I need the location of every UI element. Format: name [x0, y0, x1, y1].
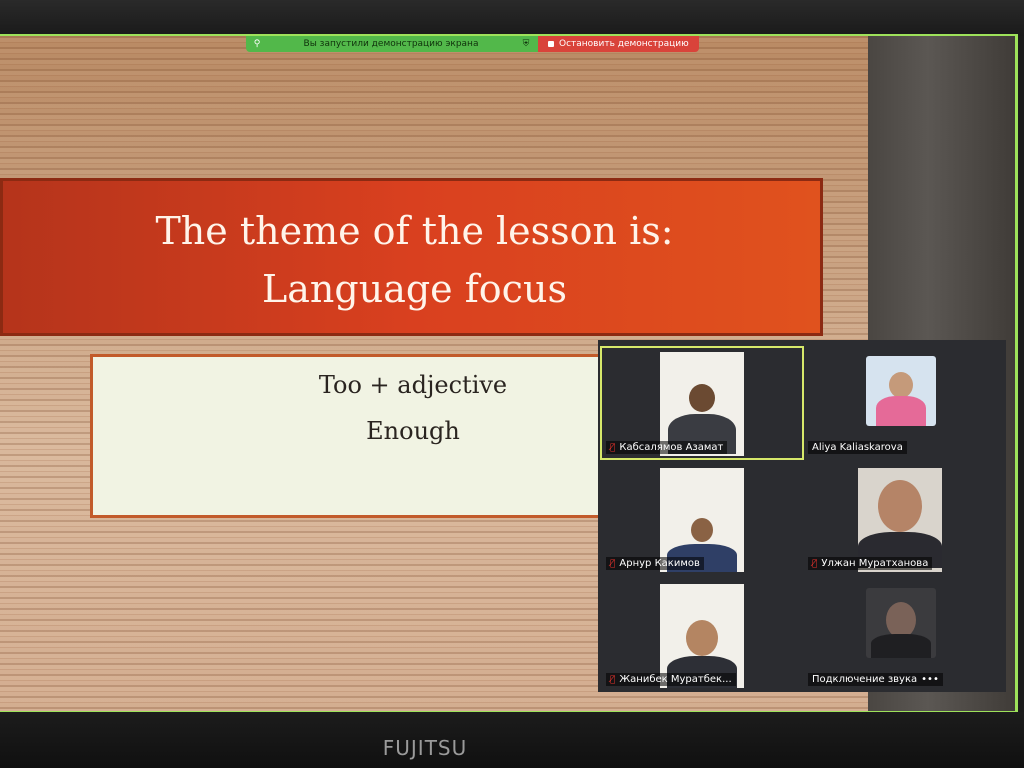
connecting-dots: •••: [921, 674, 939, 685]
mic-muted-icon: 🎙̸: [610, 442, 616, 453]
screen-share-bar: ⚲ Вы запустили демонстрацию экрана ⛨ Ост…: [246, 36, 699, 52]
participant-tile[interactable]: Подключение звука •••: [804, 580, 1004, 690]
participant-video: [866, 356, 936, 426]
slide-content-box: Too + adjective Enough: [90, 354, 620, 518]
participant-name-label: Подключение звука •••: [808, 673, 943, 686]
participant-avatar: [886, 602, 916, 638]
mic-muted-icon: 🎙̸: [610, 674, 616, 685]
participant-tile[interactable]: 🎙̸ Жанибек Муратбек...: [602, 580, 802, 690]
stop-share-label: Остановить демонстрацию: [559, 39, 689, 49]
participant-avatar: [686, 620, 718, 656]
share-status-text: Вы запустили демонстрацию экрана: [303, 39, 479, 49]
participant-tile[interactable]: 🎙̸ Арнур Какимов: [602, 464, 802, 574]
stop-share-button[interactable]: Остановить демонстрацию: [538, 36, 699, 52]
monitor-brand-logo: FUJITSU: [382, 736, 468, 760]
participant-tile[interactable]: Aliya Kaliaskarova: [804, 348, 1004, 458]
shield-icon[interactable]: ⛨: [520, 39, 532, 49]
participant-name-label: 🎙̸ Жанибек Муратбек...: [606, 673, 736, 686]
pin-icon[interactable]: ⚲: [252, 39, 262, 49]
share-status[interactable]: ⚲ Вы запустили демонстрацию экрана ⛨: [246, 36, 538, 52]
participant-tile[interactable]: 🎙̸ Улжан Муратханова: [804, 464, 1004, 574]
participant-avatar: [691, 518, 713, 542]
participant-avatar: [689, 384, 715, 412]
monitor-bezel-top: [0, 0, 1024, 36]
participant-video: [866, 588, 936, 658]
participant-name-label: 🎙̸ Улжан Муратханова: [808, 557, 933, 570]
participant-name-label: Aliya Kaliaskarova: [808, 441, 907, 454]
screen: The theme of the lesson is: Language foc…: [0, 34, 1018, 714]
participant-tile[interactable]: 🎙̸ Кабсалямов Азамат: [600, 346, 804, 460]
participants-gallery: 🎙̸ Кабсалямов Азамат Aliya Kaliaskarova …: [598, 340, 1006, 692]
slide-title-line-1: The theme of the lesson is:: [155, 209, 674, 253]
slide-title-line-2: Language focus: [262, 267, 567, 311]
slide-title-box: The theme of the lesson is: Language foc…: [0, 178, 823, 336]
participant-name-label: 🎙̸ Кабсалямов Азамат: [606, 441, 728, 454]
mic-muted-icon: 🎙̸: [610, 558, 616, 569]
participant-avatar: [878, 480, 922, 532]
participant-avatar: [889, 372, 913, 398]
stop-icon: [548, 41, 554, 47]
mic-muted-icon: 🎙̸: [812, 558, 818, 569]
participant-name-label: 🎙̸ Арнур Какимов: [606, 557, 704, 570]
